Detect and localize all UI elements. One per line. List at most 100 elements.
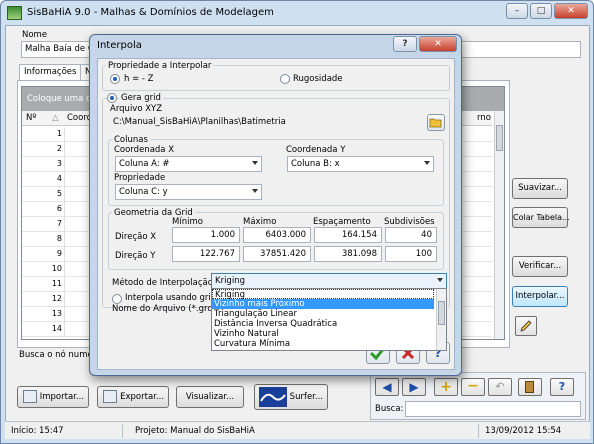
row-number: 4 [56, 174, 62, 183]
row-number: 8 [56, 234, 62, 243]
dirx-max[interactable]: 6403.000 [243, 227, 311, 243]
coordx-value: Coluna A: # [119, 159, 170, 169]
row-number: 7 [56, 219, 62, 228]
wave-icon [260, 393, 286, 402]
maximize-button[interactable]: □ [530, 3, 552, 19]
export-icon [103, 390, 117, 403]
interpolar-button[interactable]: Interpolar... [512, 286, 568, 307]
prop-group-title: Propriedade a Interpolar [106, 61, 214, 71]
metodo-dropdown-list[interactable]: Kriging Vizinho mais Próximo Triangulação … [211, 288, 447, 351]
cell-divider [64, 232, 65, 247]
dropdown-option[interactable]: Kriging [212, 289, 434, 300]
suavizar-button[interactable]: Suavizar... [512, 178, 568, 199]
status-datetime: 13/09/2012 15:54 [485, 426, 562, 436]
dropdown-option[interactable]: Curvatura Mínima [212, 339, 434, 349]
scroll-thumb[interactable] [496, 125, 503, 151]
arquivo-label: Arquivo XYZ [110, 104, 163, 114]
row-number: 12 [51, 294, 62, 303]
dropdown-option[interactable]: Vizinho Natural [212, 329, 434, 339]
diry-label: Direção Y [115, 251, 156, 261]
col-header-no[interactable]: Nº [26, 113, 36, 123]
dropdown-scrollbar[interactable] [436, 289, 446, 350]
dirx-label: Direção X [115, 232, 157, 242]
nome-arquivo-label: Nome do Arquivo (*.grd) [112, 304, 217, 314]
cell-divider [64, 262, 65, 277]
nav-next-button[interactable]: ▶ [402, 378, 426, 396]
dialog-client: Propriedade a Interpolar h = - Z Rugosid… [97, 58, 455, 370]
row-number: 13 [51, 309, 62, 318]
row-number: 9 [56, 249, 62, 258]
dialog-title: Interpola [97, 40, 142, 51]
prop-combo[interactable]: Coluna C: y [115, 184, 262, 200]
diry-max[interactable]: 37851.420 [243, 246, 311, 262]
colar-tabela-button[interactable]: Colar Tabela... [512, 207, 570, 228]
dialog-help-button[interactable]: ? [393, 36, 417, 52]
coordy-value: Coluna B: x [291, 159, 340, 169]
cell-divider [64, 322, 65, 337]
add-button[interactable]: + [434, 378, 458, 396]
help-button[interactable]: ? [550, 378, 574, 396]
radio-rugosidade[interactable] [280, 74, 290, 84]
dirx-min[interactable]: 1.000 [172, 227, 240, 243]
col-header-right[interactable]: rno [477, 113, 491, 123]
title-bar: SisBaHiA 9.0 - Malhas & Domínios de Mode… [1, 1, 594, 25]
prop-value: Coluna C: y [119, 187, 168, 197]
cell-divider [64, 292, 65, 307]
dropdown-scroll-thumb[interactable] [438, 301, 445, 325]
cell-divider [64, 157, 65, 172]
close-button[interactable]: ✕ [554, 3, 588, 19]
cell-divider [64, 307, 65, 322]
dialog-close-button[interactable]: ✕ [419, 36, 457, 52]
nav-prev-button[interactable]: ◀ [375, 378, 399, 396]
remove-button[interactable]: − [461, 378, 485, 396]
metodo-combo[interactable]: Kriging [211, 273, 447, 289]
diry-sub[interactable]: 100 [385, 246, 437, 262]
row-number: 10 [51, 264, 62, 273]
folder-icon [429, 118, 442, 128]
chevron-down-icon [252, 161, 258, 165]
diry-min[interactable]: 122.767 [172, 246, 240, 262]
busca-combo[interactable] [405, 401, 581, 417]
navigator-panel: ◀ ▶ + − ↶ ? Busca: [370, 372, 586, 420]
cell-divider [64, 187, 65, 202]
dropdown-option[interactable]: Distância Inversa Quadrática [212, 319, 434, 329]
row-number: 14 [51, 324, 62, 333]
coordx-combo[interactable]: Coluna A: # [115, 156, 262, 172]
browse-button[interactable] [427, 114, 445, 131]
visualizar-button[interactable]: Visualizar... [176, 386, 244, 408]
surfer-label: Surfer... [289, 392, 323, 402]
row-number: 11 [51, 279, 62, 288]
metodo-label: Método de Interpolação: [112, 278, 216, 288]
diry-esp[interactable]: 381.098 [314, 246, 382, 262]
edit-pencil-button[interactable] [515, 316, 537, 336]
dirx-sub[interactable]: 40 [385, 227, 437, 243]
cell-divider [64, 127, 65, 142]
radio-interpola-grid[interactable] [112, 294, 122, 304]
cell-divider [64, 217, 65, 232]
prop-label: Propriedade [114, 173, 166, 183]
col-espacamento: Espaçamento [313, 217, 371, 227]
exportar-button[interactable]: Exportar... [97, 386, 169, 408]
dropdown-option[interactable]: Vizinho mais Próximo [212, 299, 434, 309]
radio-h[interactable] [110, 74, 120, 84]
door-icon [525, 381, 534, 393]
tab-informacoes[interactable]: Informações [19, 64, 82, 80]
exit-button[interactable] [518, 378, 542, 396]
pencil-icon [520, 320, 532, 332]
radio-gera-grid[interactable] [107, 93, 117, 103]
chevron-down-icon [437, 278, 443, 282]
importar-button[interactable]: Importar... [17, 386, 89, 408]
surfer-button[interactable]: Surfer... [254, 384, 328, 410]
grid-scrollbar[interactable] [494, 111, 504, 339]
dropdown-option[interactable]: Triangulação Linear [212, 309, 434, 319]
coordy-label: Coordenada Y [286, 145, 346, 155]
col-maximo: Máximo [243, 217, 277, 227]
row-number: 6 [56, 204, 62, 213]
app-icon [7, 6, 22, 20]
coordy-combo[interactable]: Coluna B: x [287, 156, 434, 172]
col-subdivisoes: Subdivisões [384, 217, 435, 227]
verificar-button[interactable]: Verificar... [512, 256, 568, 277]
undo-button[interactable]: ↶ [488, 378, 512, 396]
minimize-button[interactable]: – [506, 3, 528, 19]
dirx-esp[interactable]: 164.154 [314, 227, 382, 243]
